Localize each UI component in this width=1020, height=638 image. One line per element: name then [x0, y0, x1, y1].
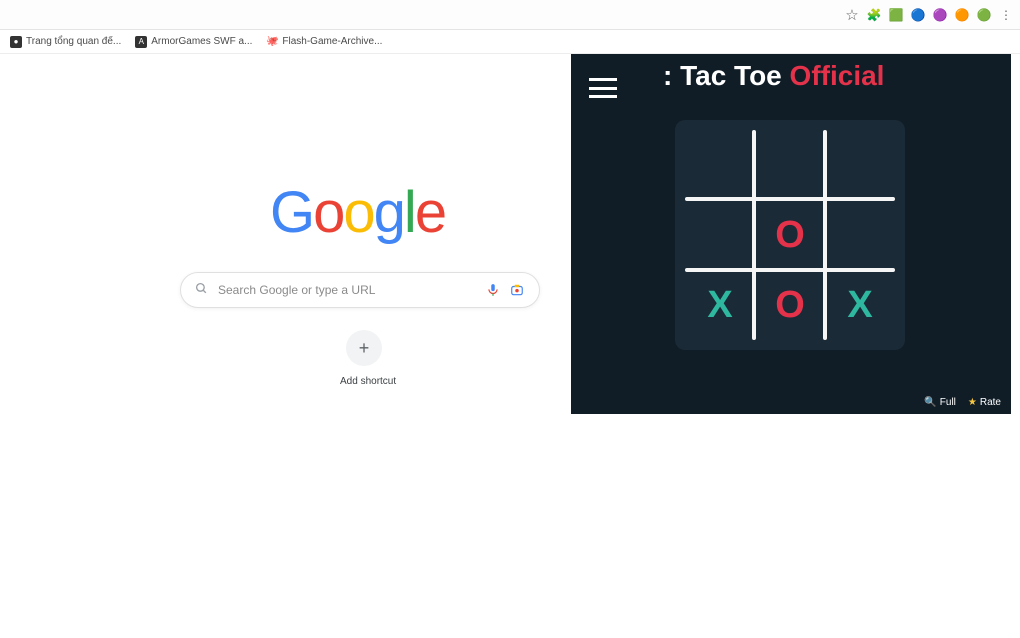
- extension-icon[interactable]: 🟣: [932, 7, 948, 23]
- menu-button[interactable]: [589, 78, 617, 98]
- cell-2-2[interactable]: X: [825, 270, 895, 340]
- bookmark-item[interactable]: ● Trang tổng quan đế...: [10, 36, 121, 48]
- extension-toolbar: ☆ 🧩 🟩 🔵 🟣 🟠 🟢 ⋮: [844, 7, 1014, 23]
- rate-button[interactable]: ★ Rate: [968, 397, 1001, 408]
- bookmark-label: ArmorGames SWF a...: [151, 36, 252, 47]
- extension-icon[interactable]: 🟠: [954, 7, 970, 23]
- new-tab-page: Google + Add shortcut : Tac Toe Official: [0, 54, 1020, 638]
- cell-mark: O: [775, 214, 805, 257]
- shortcut-label: Add shortcut: [340, 376, 388, 387]
- github-favicon-icon: 🐙: [266, 36, 278, 48]
- cell-0-2[interactable]: [825, 130, 895, 200]
- game-footer: 🔍 Full ★ Rate: [924, 397, 1001, 408]
- star-icon: ★: [968, 397, 977, 408]
- tictactoe-panel: : Tac Toe Official O X O X 🔍: [571, 54, 1011, 414]
- logo-letter: o: [343, 180, 373, 245]
- cell-0-1[interactable]: [755, 130, 825, 200]
- grid-line: [823, 130, 827, 340]
- cell-1-1[interactable]: O: [755, 200, 825, 270]
- title-part2: Official: [790, 60, 885, 91]
- grid-line: [685, 197, 895, 201]
- grid-line: [752, 130, 756, 340]
- grid-line: [685, 268, 895, 272]
- search-bar[interactable]: [180, 272, 540, 308]
- logo-letter: G: [270, 180, 313, 245]
- fullscreen-icon: 🔍: [924, 397, 936, 408]
- cell-1-0[interactable]: [685, 200, 755, 270]
- bookmark-favicon-icon: A: [135, 36, 147, 48]
- game-title: : Tac Toe Official: [663, 60, 884, 92]
- plus-icon: +: [359, 338, 370, 359]
- extension-icon[interactable]: 🟩: [888, 7, 904, 23]
- search-icon: [195, 282, 208, 298]
- extension-icon[interactable]: 🟢: [976, 7, 992, 23]
- title-part1: : Tac Toe: [663, 60, 782, 91]
- google-logo: Google: [270, 179, 445, 246]
- more-icon[interactable]: ⋮: [998, 7, 1014, 23]
- game-board-container: O X O X: [675, 120, 905, 350]
- extension-icon[interactable]: 🔵: [910, 7, 926, 23]
- cell-mark: X: [707, 284, 732, 327]
- bookmark-item[interactable]: A ArmorGames SWF a...: [135, 36, 252, 48]
- fullscreen-button[interactable]: 🔍 Full: [924, 397, 956, 408]
- image-search-icon[interactable]: [509, 282, 525, 298]
- logo-letter: o: [313, 180, 343, 245]
- add-shortcut-button[interactable]: +: [346, 330, 382, 366]
- bookmark-favicon-icon: ●: [10, 36, 22, 48]
- bookmark-label: Flash-Game-Archive...: [282, 36, 382, 47]
- bookmark-item[interactable]: 🐙 Flash-Game-Archive...: [266, 36, 382, 48]
- logo-letter: e: [415, 180, 445, 245]
- search-input[interactable]: [218, 283, 477, 297]
- bookmark-star-icon[interactable]: ☆: [844, 7, 860, 23]
- logo-letter: l: [404, 180, 415, 245]
- rate-label: Rate: [980, 397, 1001, 408]
- voice-search-icon[interactable]: [485, 282, 501, 298]
- bookmarks-bar: ● Trang tổng quan đế... A ArmorGames SWF…: [0, 30, 1020, 54]
- cell-1-2[interactable]: [825, 200, 895, 270]
- bookmark-label: Trang tổng quan đế...: [26, 36, 121, 47]
- add-shortcut-tile[interactable]: + Add shortcut: [340, 330, 388, 387]
- cell-mark: X: [847, 284, 872, 327]
- cell-2-1[interactable]: O: [755, 270, 825, 340]
- game-board: O X O X: [685, 130, 895, 340]
- extension-icon[interactable]: 🧩: [866, 7, 882, 23]
- fullscreen-label: Full: [940, 397, 956, 408]
- cell-2-0[interactable]: X: [685, 270, 755, 340]
- cell-0-0[interactable]: [685, 130, 755, 200]
- cell-mark: O: [775, 284, 805, 327]
- logo-letter: g: [374, 180, 404, 245]
- browser-toolbar: ☆ 🧩 🟩 🔵 🟣 🟠 🟢 ⋮: [0, 0, 1020, 30]
